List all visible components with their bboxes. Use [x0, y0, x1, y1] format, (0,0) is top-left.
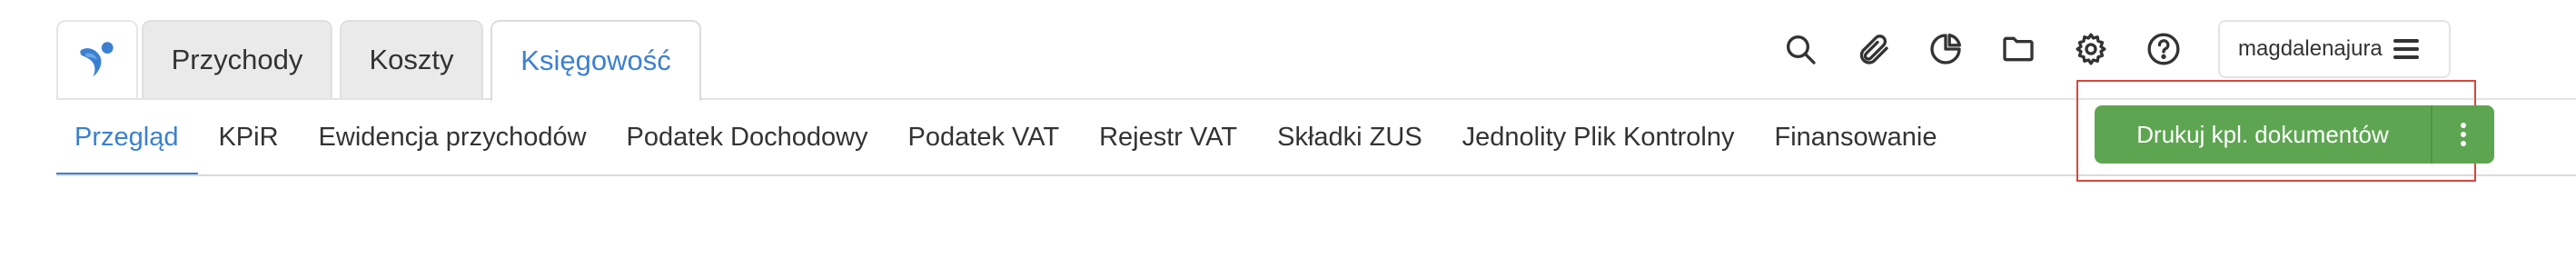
subnav-item-skladki-zus[interactable]: Składki ZUS: [1277, 98, 1422, 176]
subnav-item-podatek-dochodowy[interactable]: Podatek Dochodowy: [627, 98, 868, 176]
subnav-item-podatek-vat[interactable]: Podatek VAT: [908, 98, 1060, 176]
search-button[interactable]: [1778, 27, 1822, 71]
help-button[interactable]: [2142, 27, 2185, 71]
subnav-label: Finansowanie: [1774, 122, 1937, 152]
subnav-item-jpk[interactable]: Jednolity Plik Kontrolny: [1462, 98, 1735, 176]
subnav-item-rejestr-vat[interactable]: Rejestr VAT: [1099, 98, 1237, 176]
subnav-label: Podatek VAT: [907, 122, 1060, 152]
sub-navigation: Przegląd KPiR Ewidencja przychodów Podat…: [55, 98, 1977, 176]
hamburger-icon: [2393, 39, 2419, 59]
attachments-button[interactable]: [1851, 27, 1895, 71]
brand-logo[interactable]: [56, 20, 138, 100]
user-menu[interactable]: magdalenajura: [2218, 20, 2451, 78]
subnav-item-ewidencja-przychodow[interactable]: Ewidencja przychodów: [319, 98, 587, 176]
header-icons: [1778, 27, 2214, 71]
subnav-label: Podatek Dochodowy: [626, 122, 868, 152]
folder-icon: [2003, 36, 2034, 62]
settings-button[interactable]: [2069, 27, 2113, 71]
subnav-item-finansowanie[interactable]: Finansowanie: [1775, 98, 1937, 176]
paperclip-icon: [1859, 35, 1888, 64]
subnav-item-przeglad[interactable]: Przegląd: [55, 98, 200, 176]
subnav-item-kpir[interactable]: KPiR: [218, 98, 278, 176]
tab-label: Księgowość: [520, 45, 671, 76]
tab-koszty[interactable]: Koszty: [340, 20, 483, 98]
subnav-label: Składki ZUS: [1277, 122, 1422, 152]
more-vertical-icon: [2461, 123, 2466, 146]
gear-icon: [2076, 33, 2106, 65]
print-documents-button[interactable]: Drukuj kpl. dokumentów: [2095, 105, 2432, 164]
help-icon: [2147, 33, 2180, 65]
documents-button[interactable]: [1996, 27, 2040, 71]
subnav-label: Przegląd: [74, 122, 179, 152]
reports-button[interactable]: [1924, 27, 1967, 71]
more-options-button[interactable]: [2432, 105, 2494, 164]
print-button-group: Drukuj kpl. dokumentów: [2095, 105, 2494, 164]
search-icon: [1787, 35, 1816, 64]
app-root: Przychody Koszty Księgowość magdalenajur…: [0, 0, 2576, 258]
subnav-label: KPiR: [218, 122, 279, 152]
tab-label: Przychody: [171, 44, 303, 75]
subnav-label: Rejestr VAT: [1099, 122, 1238, 152]
tab-label: Koszty: [369, 44, 454, 75]
subnav-label: Jednolity Plik Kontrolny: [1461, 122, 1735, 152]
brand-logo-icon: [80, 42, 114, 77]
print-documents-label: Drukuj kpl. dokumentów: [2136, 120, 2389, 148]
tab-przychody[interactable]: Przychody: [142, 20, 332, 98]
subnav-label: Ewidencja przychodów: [318, 122, 587, 152]
pie-chart-icon: [1930, 34, 1961, 64]
tab-ksiegowosc[interactable]: Księgowość: [490, 20, 701, 102]
username: magdalenajura: [2238, 36, 2383, 61]
